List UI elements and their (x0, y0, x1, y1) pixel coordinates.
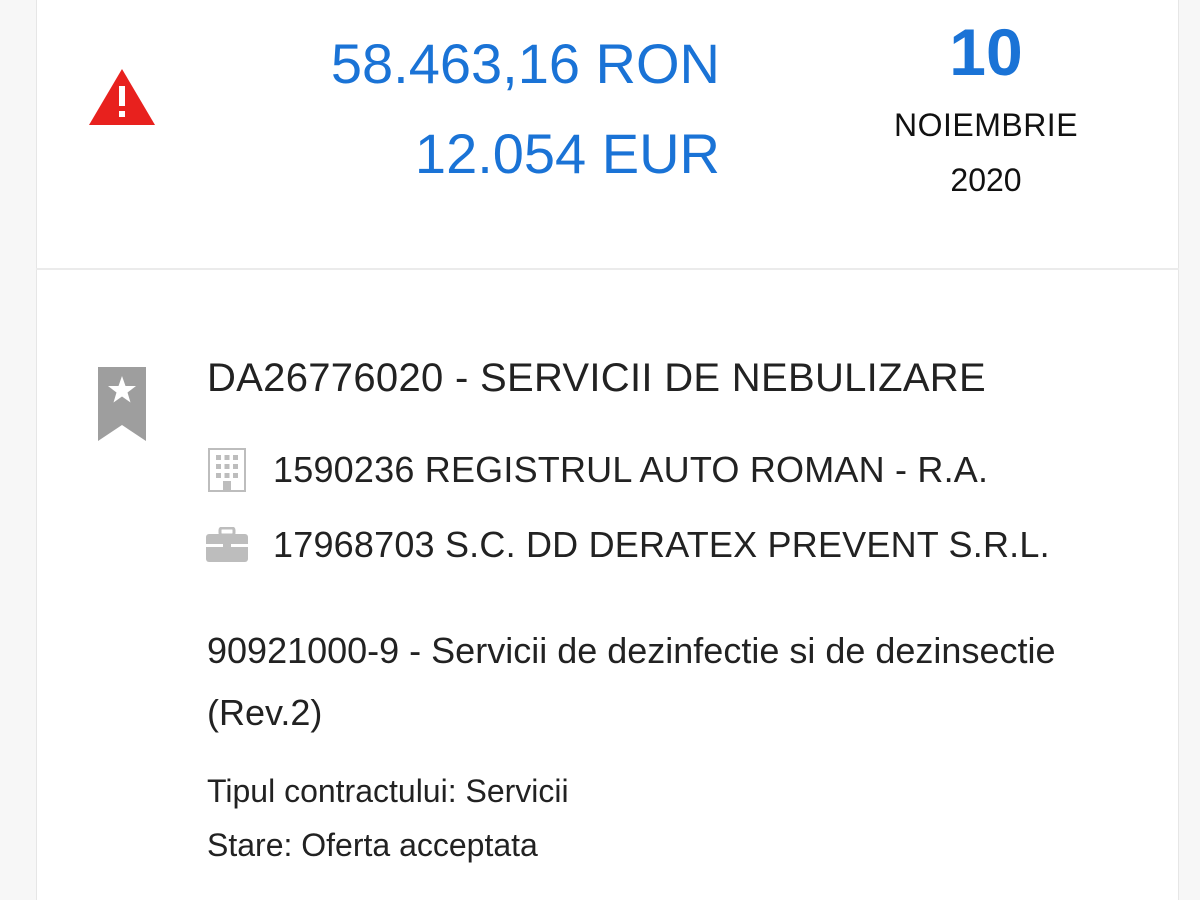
publication-date: 10 NOIEMBRIE 2020 (880, 15, 1092, 199)
cpv-code: 90921000-9 - Servicii de dezinfectie si … (207, 630, 1056, 733)
contract-type: Tipul contractului: Servicii (207, 773, 569, 809)
amount-ron: 58.463,16 RON (330, 32, 720, 95)
date-year: 2020 (950, 162, 1022, 199)
contracting-authority[interactable]: 1590236 REGISTRUL AUTO ROMAN - R.A. (205, 448, 988, 492)
amount-eur: 12.054 EUR (414, 122, 720, 185)
building-icon (205, 448, 249, 492)
supplier[interactable]: 17968703 S.C. DD DERATEX PREVENT S.R.L. (205, 523, 1050, 567)
supplier-text: 17968703 S.C. DD DERATEX PREVENT S.R.L. (273, 524, 1050, 565)
warning-triangle-icon (88, 68, 156, 126)
bookmark-star-icon[interactable] (98, 367, 146, 441)
briefcase-icon (205, 523, 249, 567)
contract-state: Stare: Oferta acceptata (207, 827, 538, 863)
date-month: NOIEMBRIE (893, 107, 1079, 144)
contract-title[interactable]: DA26776020 - SERVICII DE NEBULIZARE (207, 356, 986, 401)
authority-text: 1590236 REGISTRUL AUTO ROMAN - R.A. (273, 449, 989, 490)
date-day: 10 (949, 15, 1023, 89)
card-divider (36, 268, 1179, 270)
